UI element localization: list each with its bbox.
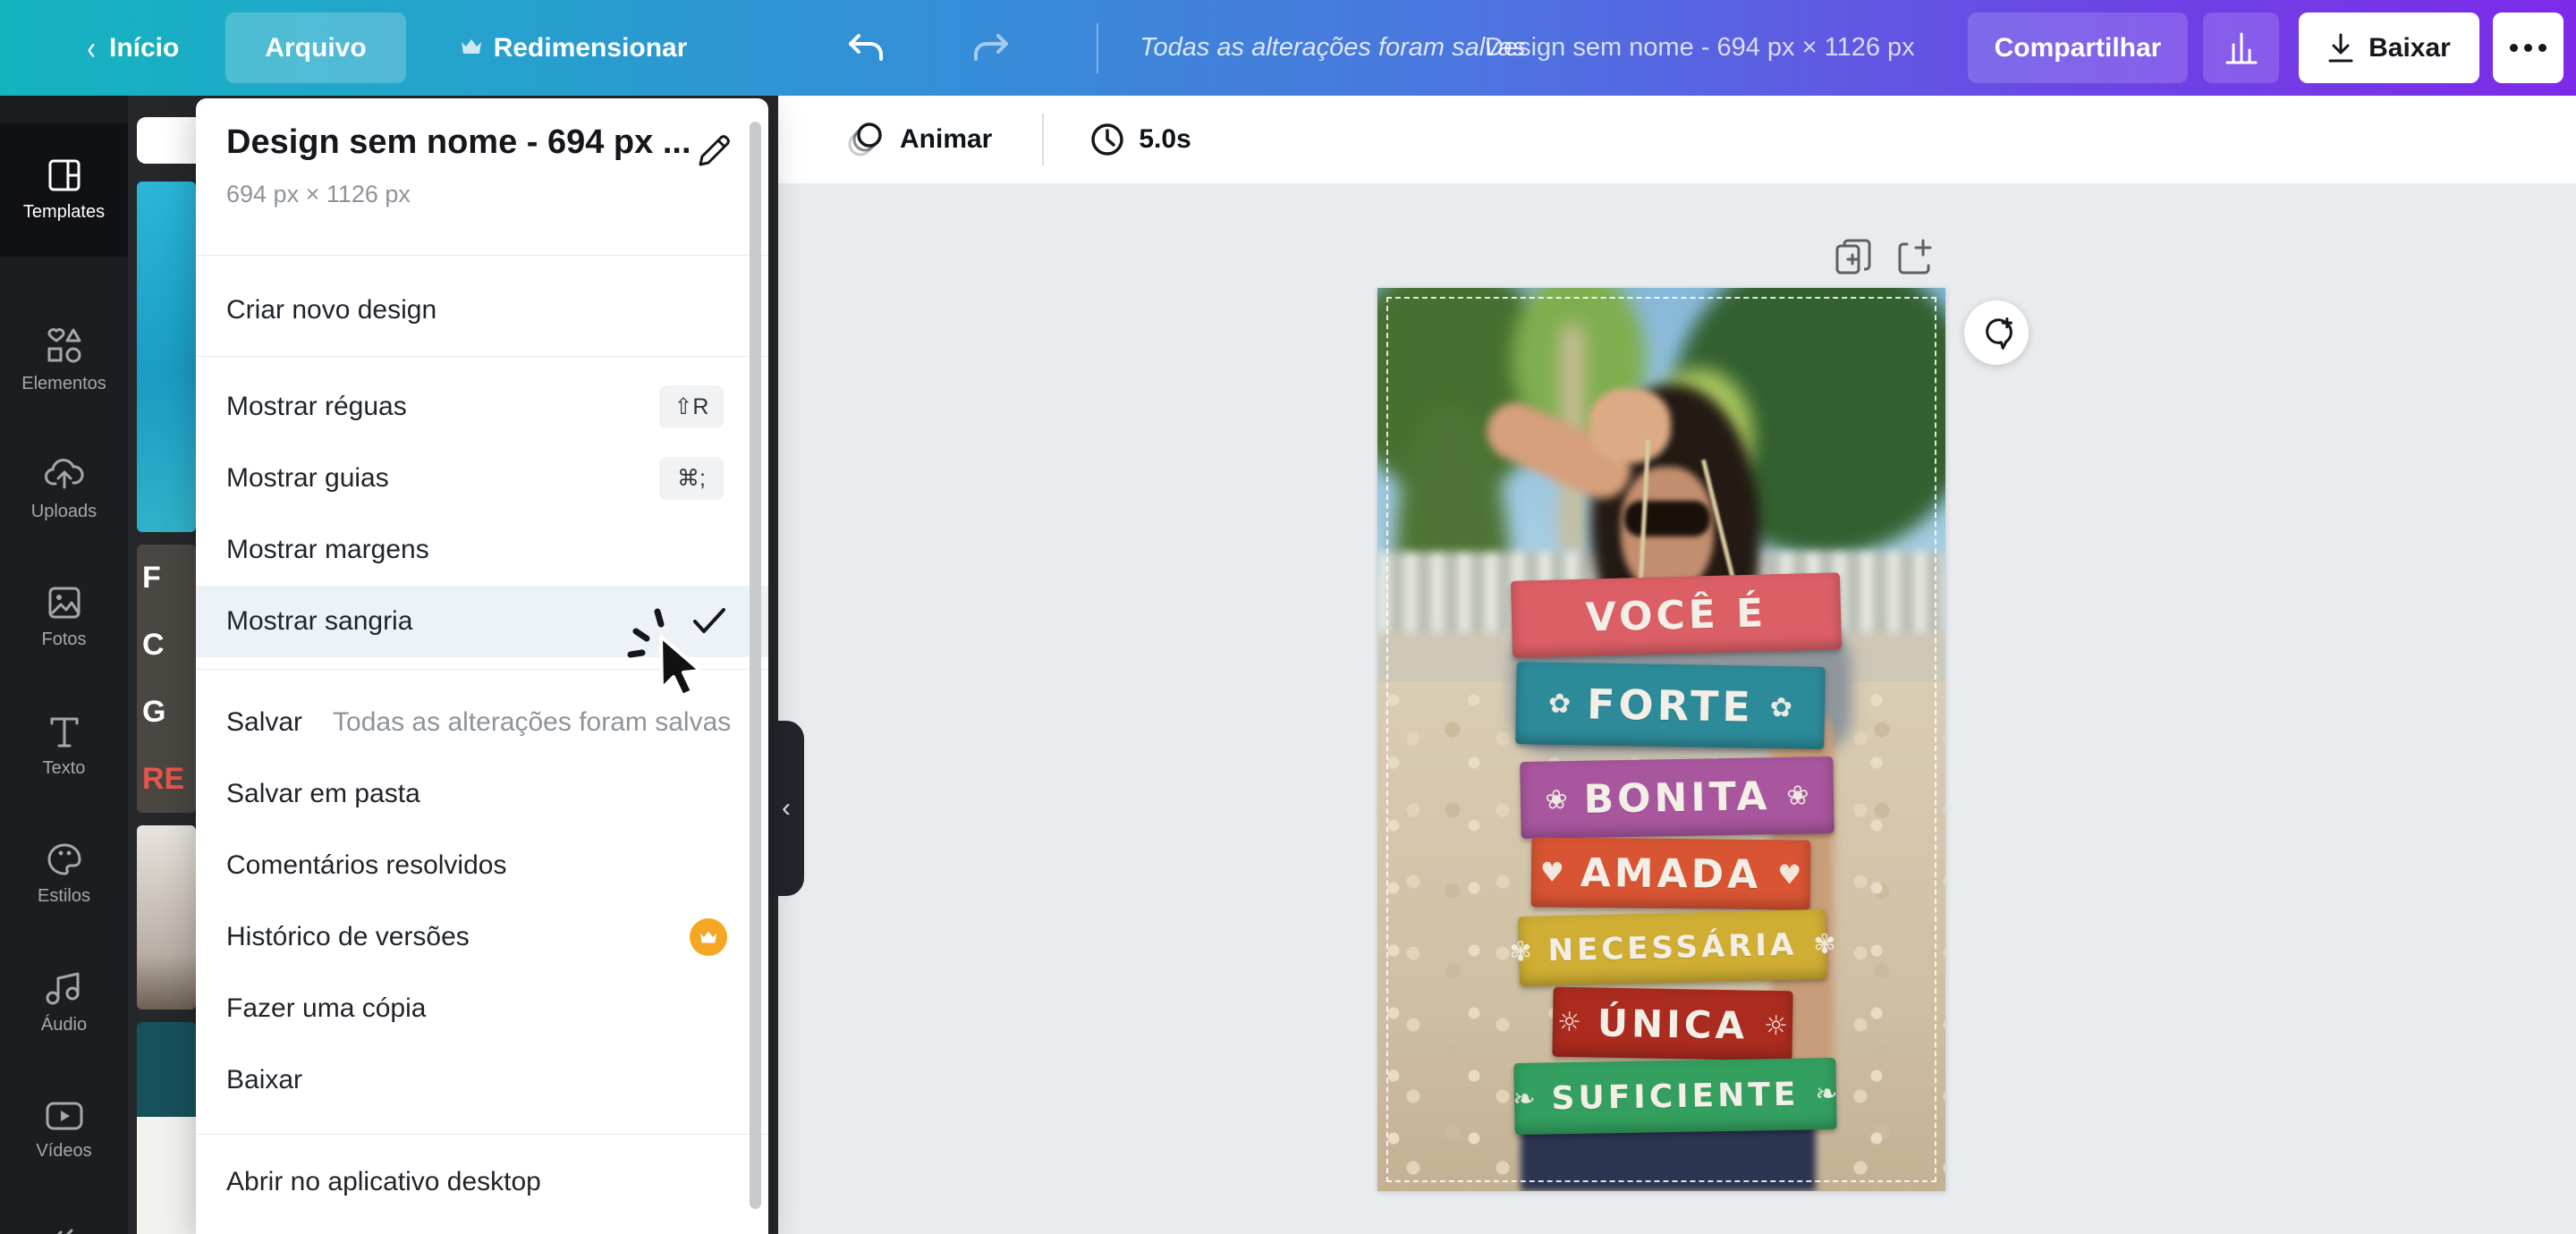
menu-item-criar-novo-design[interactable]: Criar novo design: [196, 275, 768, 346]
add-page-button[interactable]: [1894, 237, 1934, 276]
template-thumbnail[interactable]: [137, 1022, 196, 1234]
home-label: Início: [109, 33, 179, 63]
panel-search-input[interactable]: [137, 117, 196, 164]
sidebar-item-texto[interactable]: Texto: [0, 683, 128, 809]
menu-item-mostrar-reguas[interactable]: Mostrar réguas ⇧R: [196, 371, 768, 443]
share-label: Compartilhar: [1995, 33, 2162, 63]
canvas-area: Animar 5.0s: [776, 96, 2576, 1234]
resize-button[interactable]: Redimensionar: [460, 33, 688, 63]
animate-icon: [846, 121, 884, 158]
menu-design-dimensions: 694 px × 1126 px: [226, 181, 411, 208]
menu-item-baixar[interactable]: Baixar: [196, 1044, 768, 1116]
background-icon: [47, 1227, 82, 1234]
top-bar: ‹ Início Arquivo Redimensionar Todas as …: [0, 0, 2576, 96]
menu-item-comentarios-resolvidos[interactable]: Comentários resolvidos: [196, 830, 768, 901]
menu-item-mostrar-guias[interactable]: Mostrar guias ⌘;: [196, 443, 768, 514]
uploads-icon: [45, 457, 84, 493]
template-thumbnail[interactable]: [137, 182, 196, 532]
duration-button[interactable]: 5.0s: [1089, 121, 1191, 158]
duplicate-page-button[interactable]: [1834, 237, 1873, 276]
menu-item-mostrar-margens[interactable]: Mostrar margens: [196, 514, 768, 586]
menu-item-historico-de-versoes[interactable]: Histórico de versões: [196, 901, 768, 973]
design-title[interactable]: Design sem nome - 694 px × 1126 px: [1485, 0, 1915, 96]
elements-icon: [46, 327, 83, 365]
shortcut-badge: ⇧R: [659, 385, 724, 428]
redo-icon: [971, 30, 1011, 66]
menu-divider: [196, 356, 768, 357]
crown-icon: [460, 33, 483, 63]
more-options-button[interactable]: [2493, 13, 2563, 83]
home-button[interactable]: ‹ Início: [86, 30, 179, 67]
menu-divider: [196, 255, 768, 256]
audio-icon: [46, 970, 83, 1006]
canva-editor: ‹ Início Arquivo Redimensionar Todas as …: [0, 0, 2576, 1234]
more-dots-icon: [2510, 44, 2518, 52]
menu-divider: [196, 1134, 768, 1135]
share-button[interactable]: Compartilhar: [1968, 13, 2188, 83]
photos-icon: [47, 585, 82, 621]
sidebar-item-estilos[interactable]: Estilos: [0, 811, 128, 937]
sidebar: Templates Elementos Uploads F: [0, 96, 128, 1234]
download-button[interactable]: Baixar: [2299, 13, 2479, 83]
sidebar-item-templates[interactable]: Templates: [0, 123, 128, 257]
animate-button[interactable]: Animar: [846, 121, 992, 158]
menu-scrollbar[interactable]: [750, 122, 761, 1209]
text-icon: [47, 714, 82, 749]
menu-item-salvar-em-pasta[interactable]: Salvar em pasta: [196, 758, 768, 830]
sidebar-item-uploads[interactable]: Uploads: [0, 427, 128, 553]
comment-plus-icon: [1979, 315, 2014, 351]
download-label: Baixar: [2368, 33, 2451, 63]
collapse-panel-button[interactable]: ‹: [768, 721, 804, 896]
sidebar-item-fotos[interactable]: Fotos: [0, 554, 128, 680]
sidebar-item-audio[interactable]: Áudio: [0, 940, 128, 1066]
premium-crown-icon: [690, 918, 727, 956]
undo-button[interactable]: [846, 30, 886, 66]
file-label: Arquivo: [265, 33, 366, 63]
template-thumbnail[interactable]: F C G RE: [137, 545, 196, 813]
styles-icon: [46, 841, 83, 877]
saved-status: Todas as alterações foram salvas: [1140, 33, 1525, 63]
sidebar-item-videos[interactable]: Vídeos: [0, 1068, 128, 1194]
menu-item-abrir-no-aplicativo-desktop[interactable]: Abrir no aplicativo desktop: [196, 1146, 768, 1218]
file-menu-dropdown: Design sem nome - 694 px ... 694 px × 11…: [196, 98, 768, 1234]
shortcut-badge: ⌘;: [659, 457, 724, 500]
save-hint: Todas as alterações foram salvas: [333, 707, 731, 738]
bleed-margin-dashed-border: [1386, 297, 1936, 1182]
comment-button[interactable]: [1964, 300, 2029, 365]
videos-icon: [45, 1100, 84, 1132]
sidebar-item-elementos[interactable]: Elementos: [0, 298, 128, 424]
click-cursor-icon: [623, 604, 722, 703]
bar-chart-icon: [2225, 30, 2258, 66]
topbar-divider: [1097, 23, 1098, 73]
menu-item-fazer-uma-copia[interactable]: Fazer uma cópia: [196, 973, 768, 1044]
insights-button[interactable]: [2203, 13, 2279, 83]
resize-label: Redimensionar: [494, 33, 688, 63]
undo-icon: [846, 30, 886, 66]
chevron-left-icon: ‹: [782, 793, 791, 824]
redo-button[interactable]: [971, 30, 1011, 66]
templates-icon: [47, 157, 82, 193]
clock-icon: [1089, 121, 1126, 158]
pencil-icon: [693, 132, 733, 172]
back-chevron-icon: ‹: [87, 30, 96, 67]
rename-button[interactable]: [693, 132, 733, 176]
file-menu-button[interactable]: Arquivo: [225, 13, 405, 83]
template-thumbnail[interactable]: [137, 825, 196, 1010]
canvas-toolbar: Animar 5.0s: [776, 96, 2576, 183]
sidebar-item-fundo[interactable]: Fundo: [0, 1196, 128, 1234]
design-page[interactable]: VOCÊ É ✿ FORTE ✿ ❀ BONITA ❀ ♥ AMADA ♥ ✾ …: [1377, 288, 1945, 1191]
menu-design-title: Design sem nome - 694 px ...: [226, 123, 691, 162]
download-icon: [2327, 33, 2354, 63]
toolbar-divider: [1042, 114, 1044, 165]
